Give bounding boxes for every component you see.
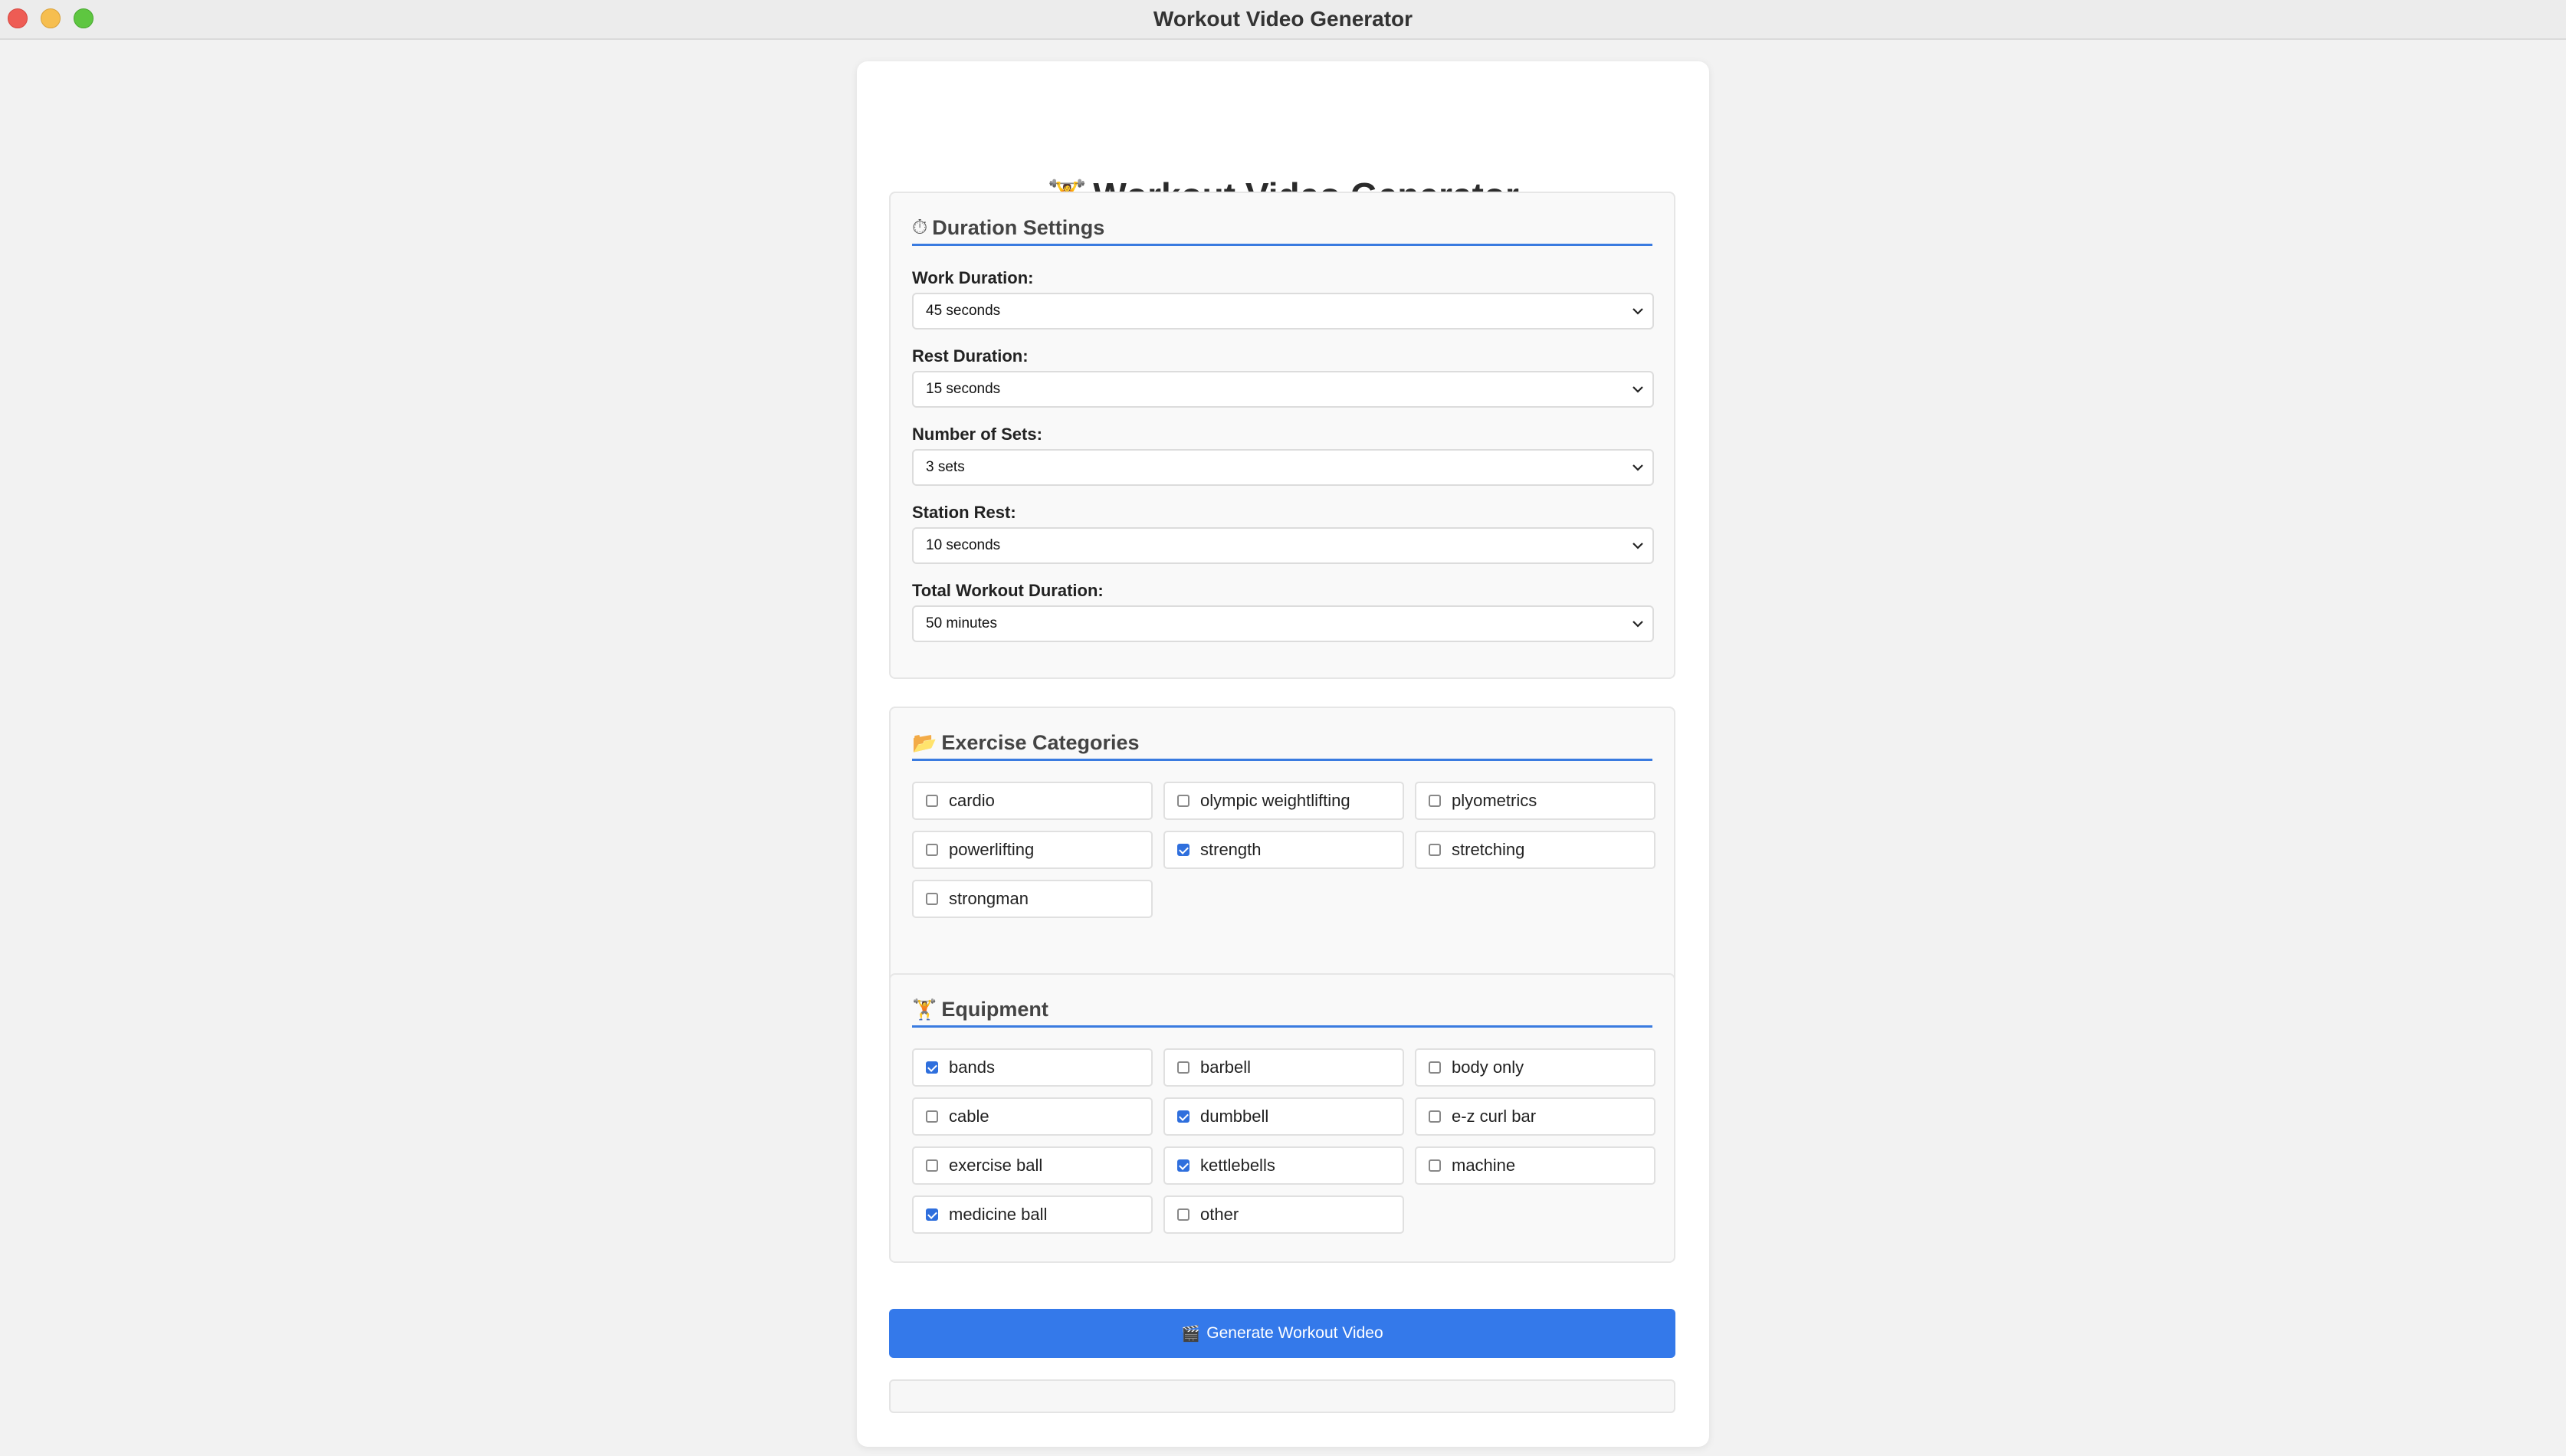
category-option-strength[interactable]: strength <box>1163 831 1404 869</box>
equipment-option-machine[interactable]: machine <box>1415 1146 1655 1185</box>
equipment-option-body-only[interactable]: body only <box>1415 1048 1655 1087</box>
select-value: 50 minutes <box>926 615 997 631</box>
option-label: cable <box>949 1107 989 1126</box>
option-label: body only <box>1452 1058 1524 1077</box>
exercise-categories-header: 📂 Exercise Categories <box>912 726 1652 761</box>
chevron-down-icon <box>1632 386 1643 393</box>
checkbox[interactable] <box>926 844 938 856</box>
checkbox[interactable] <box>926 1159 938 1172</box>
equipment-option-dumbbell[interactable]: dumbbell <box>1163 1097 1404 1136</box>
checkbox[interactable] <box>926 795 938 807</box>
work-duration-select[interactable]: 45 seconds <box>912 293 1654 330</box>
checkbox[interactable] <box>926 893 938 905</box>
chevron-down-icon <box>1632 621 1643 628</box>
category-option-cardio[interactable]: cardio <box>912 782 1153 820</box>
exercise-categories-section: 📂 Exercise Categories cardio olympic wei… <box>889 707 1675 1008</box>
equipment-option-cable[interactable]: cable <box>912 1097 1153 1136</box>
checkbox[interactable] <box>1177 1061 1189 1074</box>
station-rest-select[interactable]: 10 seconds <box>912 527 1654 564</box>
select-value: 10 seconds <box>926 537 1001 553</box>
generator-card: 🏋Workout Video Generator ⏱ Duration Sett… <box>857 61 1709 1447</box>
checkbox-checked[interactable] <box>1177 1159 1189 1172</box>
option-label: other <box>1200 1205 1239 1224</box>
equipment-header: 🏋 Equipment <box>912 993 1652 1028</box>
option-label: powerlifting <box>949 840 1035 859</box>
option-label: strength <box>1200 840 1262 859</box>
checkbox-checked[interactable] <box>926 1061 938 1074</box>
minimize-window-button[interactable] <box>41 8 61 28</box>
option-label: e-z curl bar <box>1452 1107 1537 1126</box>
option-label: exercise ball <box>949 1156 1043 1175</box>
folder-icon: 📂 <box>912 730 937 754</box>
generate-workout-video-button[interactable]: 🎬 Generate Workout Video <box>889 1309 1675 1358</box>
equipment-option-medicine-ball[interactable]: medicine ball <box>912 1195 1153 1234</box>
maximize-window-button[interactable] <box>74 8 94 28</box>
checkbox[interactable] <box>1177 795 1189 807</box>
window-titlebar: Workout Video Generator <box>0 0 2566 40</box>
category-option-plyometrics[interactable]: plyometrics <box>1415 782 1655 820</box>
stopwatch-icon: ⏱ <box>912 215 928 238</box>
option-label: plyometrics <box>1452 791 1537 810</box>
category-option-strongman[interactable]: strongman <box>912 880 1153 918</box>
equipment-section: 🏋 Equipment bands barbell body only cabl… <box>889 973 1675 1263</box>
checkbox[interactable] <box>1177 1208 1189 1221</box>
station-rest-label: Station Rest: <box>912 503 1016 522</box>
section-heading: Duration Settings <box>932 215 1105 239</box>
equipment-option-barbell[interactable]: barbell <box>1163 1048 1404 1087</box>
category-option-olympic-weightlifting[interactable]: olympic weightlifting <box>1163 782 1404 820</box>
option-label: cardio <box>949 791 995 810</box>
option-label: stretching <box>1452 840 1525 859</box>
chevron-down-icon <box>1632 464 1643 471</box>
duration-settings-section: ⏱ Duration Settings Work Duration: 45 se… <box>889 192 1675 679</box>
equipment-option-exercise-ball[interactable]: exercise ball <box>912 1146 1153 1185</box>
number-of-sets-select[interactable]: 3 sets <box>912 449 1654 486</box>
category-option-powerlifting[interactable]: powerlifting <box>912 831 1153 869</box>
clapperboard-icon: 🎬 <box>1181 1325 1201 1343</box>
option-label: kettlebells <box>1200 1156 1275 1175</box>
equipment-option-other[interactable]: other <box>1163 1195 1404 1234</box>
option-label: olympic weightlifting <box>1200 791 1350 810</box>
option-label: machine <box>1452 1156 1516 1175</box>
equipment-option-bands[interactable]: bands <box>912 1048 1153 1087</box>
checkbox-checked[interactable] <box>1177 844 1189 856</box>
weightlifter-icon: 🏋 <box>912 997 937 1021</box>
rest-duration-select[interactable]: 15 seconds <box>912 371 1654 408</box>
select-value: 3 sets <box>926 459 965 475</box>
window-title: Workout Video Generator <box>1153 7 1413 31</box>
checkbox[interactable] <box>1429 1061 1441 1074</box>
equipment-option-ez-curl-bar[interactable]: e-z curl bar <box>1415 1097 1655 1136</box>
generate-button-label: Generate Workout Video <box>1206 1324 1383 1342</box>
section-heading: Exercise Categories <box>941 730 1140 754</box>
option-label: medicine ball <box>949 1205 1048 1224</box>
section-heading: Equipment <box>941 997 1048 1021</box>
select-value: 45 seconds <box>926 303 1001 319</box>
window-controls <box>8 8 94 28</box>
checkbox[interactable] <box>1429 1110 1441 1123</box>
duration-settings-header: ⏱ Duration Settings <box>912 212 1652 246</box>
chevron-down-icon <box>1632 543 1643 549</box>
option-label: barbell <box>1200 1058 1252 1077</box>
chevron-down-icon <box>1632 308 1643 315</box>
option-label: bands <box>949 1058 995 1077</box>
option-label: strongman <box>949 889 1029 908</box>
checkbox[interactable] <box>1429 795 1441 807</box>
checkbox-checked[interactable] <box>926 1208 938 1221</box>
total-duration-label: Total Workout Duration: <box>912 581 1104 600</box>
checkbox[interactable] <box>926 1110 938 1123</box>
total-duration-select[interactable]: 50 minutes <box>912 605 1654 642</box>
equipment-option-kettlebells[interactable]: kettlebells <box>1163 1146 1404 1185</box>
output-status-area <box>889 1379 1675 1413</box>
number-of-sets-label: Number of Sets: <box>912 425 1042 444</box>
close-window-button[interactable] <box>8 8 28 28</box>
select-value: 15 seconds <box>926 381 1001 397</box>
category-option-stretching[interactable]: stretching <box>1415 831 1655 869</box>
checkbox[interactable] <box>1429 844 1441 856</box>
option-label: dumbbell <box>1200 1107 1269 1126</box>
checkbox[interactable] <box>1429 1159 1441 1172</box>
work-duration-label: Work Duration: <box>912 268 1034 287</box>
rest-duration-label: Rest Duration: <box>912 346 1029 366</box>
checkbox-checked[interactable] <box>1177 1110 1189 1123</box>
